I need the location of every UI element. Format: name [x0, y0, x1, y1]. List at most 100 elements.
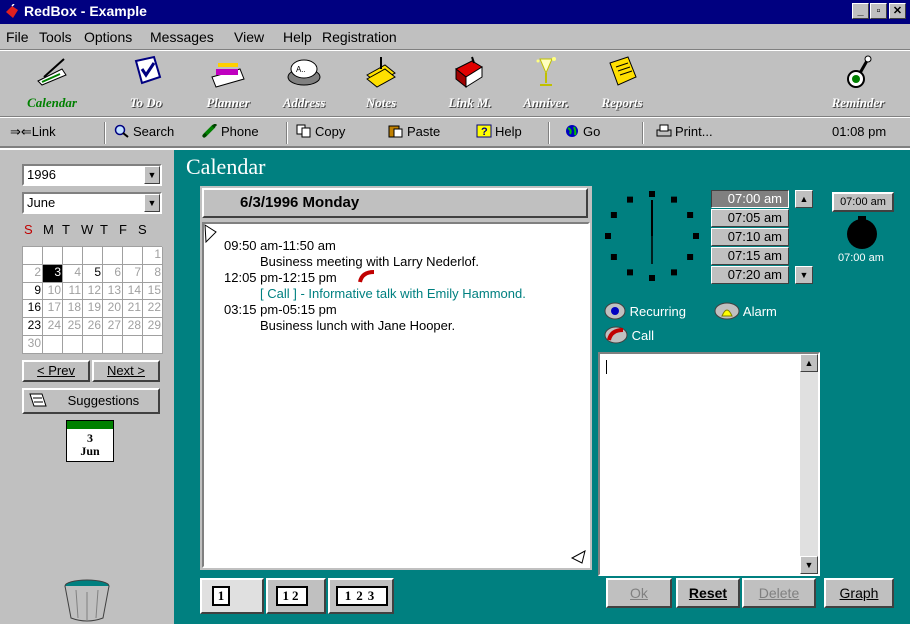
copy-button[interactable]: Copy	[292, 121, 345, 145]
day-cell[interactable]: 14	[123, 282, 143, 301]
notes-scrollbar[interactable]: ▲ ▼	[800, 354, 818, 574]
day-cell[interactable]: 5	[83, 264, 103, 283]
three-day-view-button[interactable]: 123	[328, 578, 394, 614]
recurring-toggle[interactable]: Recurring	[604, 302, 686, 320]
day-cell[interactable]: 27	[103, 318, 123, 336]
menu-tools[interactable]: Tools	[39, 29, 72, 45]
year-select[interactable]: 1996 ▼	[22, 164, 162, 186]
delete-label: Delete	[758, 585, 800, 601]
day-cell[interactable]: 2	[23, 264, 43, 283]
prev-month-button[interactable]: < Prev	[22, 360, 90, 382]
minimize-button[interactable]: _	[852, 3, 869, 19]
event-desc[interactable]: Business meeting with Larry Nederlof.	[260, 254, 479, 269]
event-time[interactable]: 03:15 pm-05:15 pm	[224, 302, 337, 317]
day-cell[interactable]: 11	[63, 282, 83, 301]
day-cell[interactable]: 10	[43, 282, 63, 301]
scroll-down-arrow[interactable]: ▼	[800, 556, 818, 574]
scroll-up-arrow[interactable]: ▲	[800, 354, 818, 372]
phone-button[interactable]: Phone	[198, 121, 259, 145]
day-cell[interactable]: 12	[83, 282, 103, 301]
toolbar-anniversary-button[interactable]: Anniver.	[510, 55, 582, 115]
chevron-down-icon[interactable]: ▼	[144, 194, 160, 212]
trash-icon[interactable]	[60, 578, 114, 622]
alarm-toggle[interactable]: Alarm	[714, 302, 777, 320]
link-button[interactable]: ⇒⇐Link	[6, 121, 56, 145]
day-cell[interactable]: 21	[123, 300, 143, 319]
time-option[interactable]: 07:05 am	[711, 209, 789, 227]
chevron-down-icon[interactable]: ▼	[144, 166, 160, 184]
event-time[interactable]: 09:50 am-11:50 am	[224, 238, 336, 253]
close-button[interactable]: ✕	[889, 3, 906, 19]
print-button[interactable]: Print...	[652, 121, 713, 145]
day-cell[interactable]: 7	[123, 264, 143, 283]
appointment-list[interactable]: 09:50 am-11:50 am Business meeting with …	[202, 222, 590, 568]
month-select[interactable]: June ▼	[22, 192, 162, 214]
toolbar-reports-button[interactable]: Reports	[586, 55, 658, 115]
next-month-button[interactable]: Next >	[92, 360, 160, 382]
day-cell[interactable]: 6	[103, 264, 123, 283]
event-desc[interactable]: Business lunch with Jane Hooper.	[260, 318, 455, 333]
day-cell[interactable]: 18	[63, 300, 83, 319]
toolbar-link-manager-button[interactable]: Link M.	[434, 55, 506, 115]
toolbar-notes-button[interactable]: Notes	[345, 55, 417, 115]
day-cell[interactable]: 19	[83, 300, 103, 319]
day-cell[interactable]: 13	[103, 282, 123, 301]
day-cell[interactable]: 17	[43, 300, 63, 319]
time-option[interactable]: 07:15 am	[711, 247, 789, 265]
reset-button[interactable]: Reset	[676, 578, 740, 608]
toolbar-reminder-button[interactable]: Reminder	[822, 55, 894, 115]
toolbar-planner-button[interactable]: Planner	[192, 55, 264, 115]
delete-button[interactable]: Delete	[742, 578, 816, 608]
ok-button[interactable]: Ok	[606, 578, 672, 608]
mini-month: Jun	[80, 444, 100, 458]
day-cell[interactable]: 4	[63, 264, 83, 283]
event-desc[interactable]: [ Call ] - Informative talk with Emily H…	[260, 286, 526, 301]
day-cell[interactable]: 23	[23, 318, 43, 336]
notes-textarea[interactable]: ▲ ▼	[598, 352, 820, 576]
menu-file[interactable]: File	[6, 29, 29, 45]
day-cell[interactable]: 25	[63, 318, 83, 336]
day-cell[interactable]: 3	[43, 264, 63, 283]
day-cell[interactable]: 29	[143, 318, 163, 336]
one-day-view-button[interactable]: 1	[200, 578, 264, 614]
day-cell[interactable]: 8	[143, 264, 163, 283]
day-cell[interactable]: 1	[143, 247, 163, 265]
two-day-view-button[interactable]: 12	[266, 578, 326, 614]
day-cell[interactable]: 26	[83, 318, 103, 336]
menu-registration[interactable]: Registration	[322, 29, 397, 45]
search-button[interactable]: Search	[110, 121, 174, 145]
menu-view[interactable]: View	[234, 29, 264, 45]
time-option[interactable]: 07:00 am	[711, 190, 789, 208]
go-button[interactable]: Go	[560, 121, 600, 145]
graph-label: Graph	[839, 585, 879, 601]
menu-help[interactable]: Help	[283, 29, 312, 45]
time-option[interactable]: 07:20 am	[711, 266, 789, 284]
day-cell[interactable]: 15	[143, 282, 163, 301]
day-cell[interactable]: 30	[23, 336, 43, 354]
toolbar-calendar-button[interactable]: Calendar	[16, 55, 88, 115]
day-cell[interactable]: 24	[43, 318, 63, 336]
time-option[interactable]: 07:10 am	[711, 228, 789, 246]
menu-messages[interactable]: Messages	[150, 29, 214, 45]
day-cell[interactable]: 22	[143, 300, 163, 319]
day-cell[interactable]: 20	[103, 300, 123, 319]
alarm-time-button[interactable]: 07:00 am	[832, 192, 894, 212]
time-scroll-down[interactable]: ▼	[795, 266, 813, 284]
page-curl-icon[interactable]	[570, 550, 586, 564]
day-cell[interactable]: 28	[123, 318, 143, 336]
graph-button[interactable]: Graph	[824, 578, 894, 608]
help-button[interactable]: ? Help	[472, 121, 522, 145]
toolbar-address-button[interactable]: A.. Address	[268, 55, 340, 115]
time-list[interactable]: 07:00 am 07:05 am 07:10 am 07:15 am 07:20 am	[711, 190, 789, 284]
paste-button[interactable]: Paste	[384, 121, 440, 145]
day-cell[interactable]: 9	[23, 282, 43, 301]
suggestions-button[interactable]: Suggestions	[22, 388, 160, 414]
day-cell	[63, 336, 83, 354]
menu-options[interactable]: Options	[84, 29, 132, 45]
day-cell[interactable]: 16	[23, 300, 43, 319]
time-scroll-up[interactable]: ▲	[795, 190, 813, 208]
toolbar-todo-button[interactable]: To Do	[110, 55, 182, 115]
call-toggle[interactable]: Call	[604, 326, 654, 344]
maximize-button[interactable]: ▫	[870, 3, 887, 19]
event-time[interactable]: 12:05 pm-12:15 pm	[224, 270, 337, 285]
